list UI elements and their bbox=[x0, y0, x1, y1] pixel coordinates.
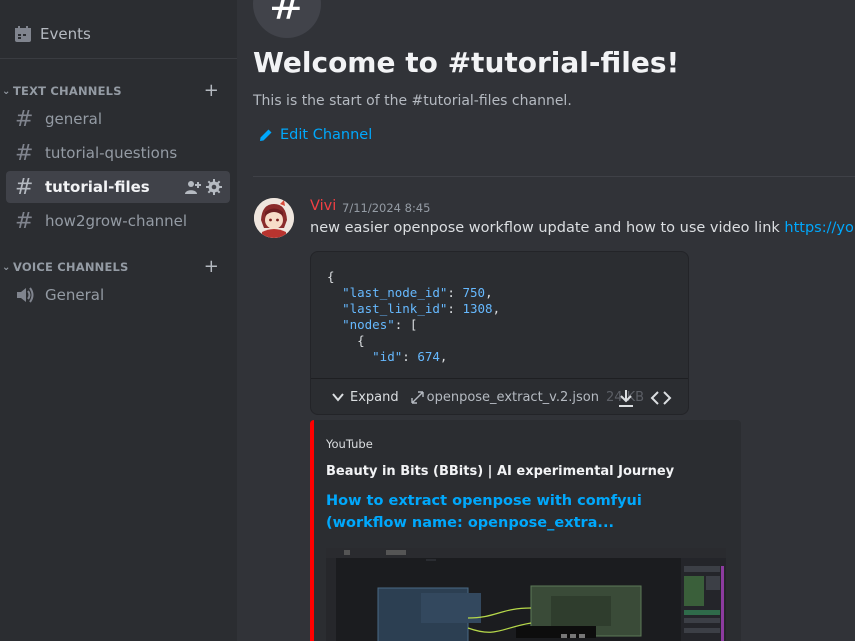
edit-channel-label: Edit Channel bbox=[280, 127, 373, 143]
code-value: 1308 bbox=[462, 301, 493, 316]
channel-label: General bbox=[45, 286, 105, 304]
hashtag-icon: # bbox=[15, 106, 34, 132]
message-timestamp: 7/11/2024 8:45 bbox=[342, 201, 431, 215]
message-link[interactable]: https://youtu.be bbox=[784, 220, 855, 236]
file-footer: Expand openpose_extract_v.2.json 24 KB bbox=[311, 378, 688, 415]
code-line: "last_link_id": 1308, bbox=[342, 301, 501, 316]
expand-label: Expand bbox=[350, 389, 399, 405]
category-voice-channels[interactable]: ⌄ VOICE CHANNELS + bbox=[0, 256, 237, 277]
code-line: { bbox=[357, 333, 365, 348]
speaker-icon bbox=[17, 287, 34, 303]
chevron-down-icon bbox=[332, 393, 344, 402]
category-label: TEXT CHANNELS bbox=[13, 84, 122, 98]
code-key: "nodes" bbox=[342, 317, 395, 332]
events-item[interactable]: Events bbox=[6, 18, 230, 50]
channel-label: tutorial-files bbox=[45, 178, 150, 196]
code-line: "id": 674, bbox=[372, 349, 448, 364]
code-value: 674 bbox=[417, 349, 440, 364]
download-icon[interactable] bbox=[616, 388, 636, 408]
sidebar-divider bbox=[0, 58, 237, 59]
expand-arrows-icon bbox=[410, 390, 424, 404]
hashtag-icon: # bbox=[15, 174, 34, 200]
channel-label: how2grow-channel bbox=[45, 212, 188, 230]
add-member-icon[interactable] bbox=[185, 179, 201, 195]
channel-label: tutorial-questions bbox=[45, 144, 178, 162]
gear-icon[interactable] bbox=[206, 179, 222, 195]
channel-sidebar: Events ⌄ TEXT CHANNELS + # general # tut… bbox=[0, 0, 237, 641]
avatar-image bbox=[254, 198, 294, 238]
embed-author[interactable]: Beauty in Bits (BBits) | AI experimental… bbox=[326, 464, 674, 479]
add-channel-icon[interactable]: + bbox=[204, 256, 219, 277]
voice-channel-general[interactable]: General bbox=[6, 279, 230, 311]
chevron-down-icon: ⌄ bbox=[2, 85, 11, 97]
divider bbox=[253, 176, 855, 177]
video-thumbnail[interactable] bbox=[326, 548, 726, 641]
channel-hashtag-icon: # bbox=[253, 0, 321, 38]
channel-how2grow-channel[interactable]: # how2grow-channel bbox=[6, 205, 230, 237]
message-author[interactable]: Vivi bbox=[310, 198, 336, 214]
code-key: "last_node_id" bbox=[342, 285, 448, 300]
edit-channel-button[interactable]: Edit Channel bbox=[259, 127, 372, 143]
file-name[interactable]: openpose_extract_v.2.json 24 KB bbox=[410, 389, 644, 405]
file-name-label: openpose_extract_v.2.json bbox=[426, 389, 599, 405]
channel-start-text: This is the start of the #tutorial-files… bbox=[253, 93, 572, 109]
embed-title[interactable]: How to extract openpose with comfyui (wo… bbox=[326, 490, 726, 534]
channel-tutorial-files[interactable]: # tutorial-files bbox=[6, 171, 230, 203]
avatar[interactable] bbox=[254, 198, 294, 238]
message-text: new easier openpose workflow update and … bbox=[310, 220, 785, 236]
channel-general[interactable]: # general bbox=[6, 103, 230, 135]
thumbnail-image bbox=[326, 548, 726, 641]
link-embed: YouTube Beauty in Bits (BBits) | AI expe… bbox=[310, 420, 741, 641]
code-value: 750 bbox=[462, 285, 486, 300]
code-line: "nodes": [ bbox=[342, 317, 418, 332]
calendar-icon bbox=[15, 26, 31, 42]
code-preview: { "last_node_id": 750, "last_link_id": 1… bbox=[327, 269, 500, 365]
hashtag-icon: # bbox=[15, 140, 34, 166]
expand-button[interactable]: Expand bbox=[331, 390, 399, 405]
category-label: VOICE CHANNELS bbox=[13, 260, 129, 274]
code-line: { bbox=[327, 269, 335, 284]
add-channel-icon[interactable]: + bbox=[204, 80, 219, 101]
channel-tutorial-questions[interactable]: # tutorial-questions bbox=[6, 137, 230, 169]
file-attachment: { "last_node_id": 750, "last_link_id": 1… bbox=[310, 251, 689, 415]
chat-area: # Welcome to #tutorial-files! This is th… bbox=[237, 0, 855, 641]
view-code-icon[interactable] bbox=[650, 388, 672, 408]
hashtag-icon: # bbox=[15, 208, 34, 234]
channel-label: general bbox=[45, 110, 103, 128]
pencil-icon bbox=[260, 129, 272, 141]
code-key: "last_link_id" bbox=[342, 301, 448, 316]
page-title: Welcome to #tutorial-files! bbox=[253, 46, 680, 79]
embed-provider[interactable]: YouTube bbox=[326, 437, 373, 451]
category-text-channels[interactable]: ⌄ TEXT CHANNELS + bbox=[0, 80, 237, 101]
message-content: new easier openpose workflow update and … bbox=[310, 220, 855, 236]
events-label: Events bbox=[40, 25, 91, 43]
chevron-down-icon: ⌄ bbox=[2, 261, 11, 273]
code-line: "last_node_id": 750, bbox=[342, 285, 493, 300]
code-key: "id" bbox=[372, 349, 403, 364]
